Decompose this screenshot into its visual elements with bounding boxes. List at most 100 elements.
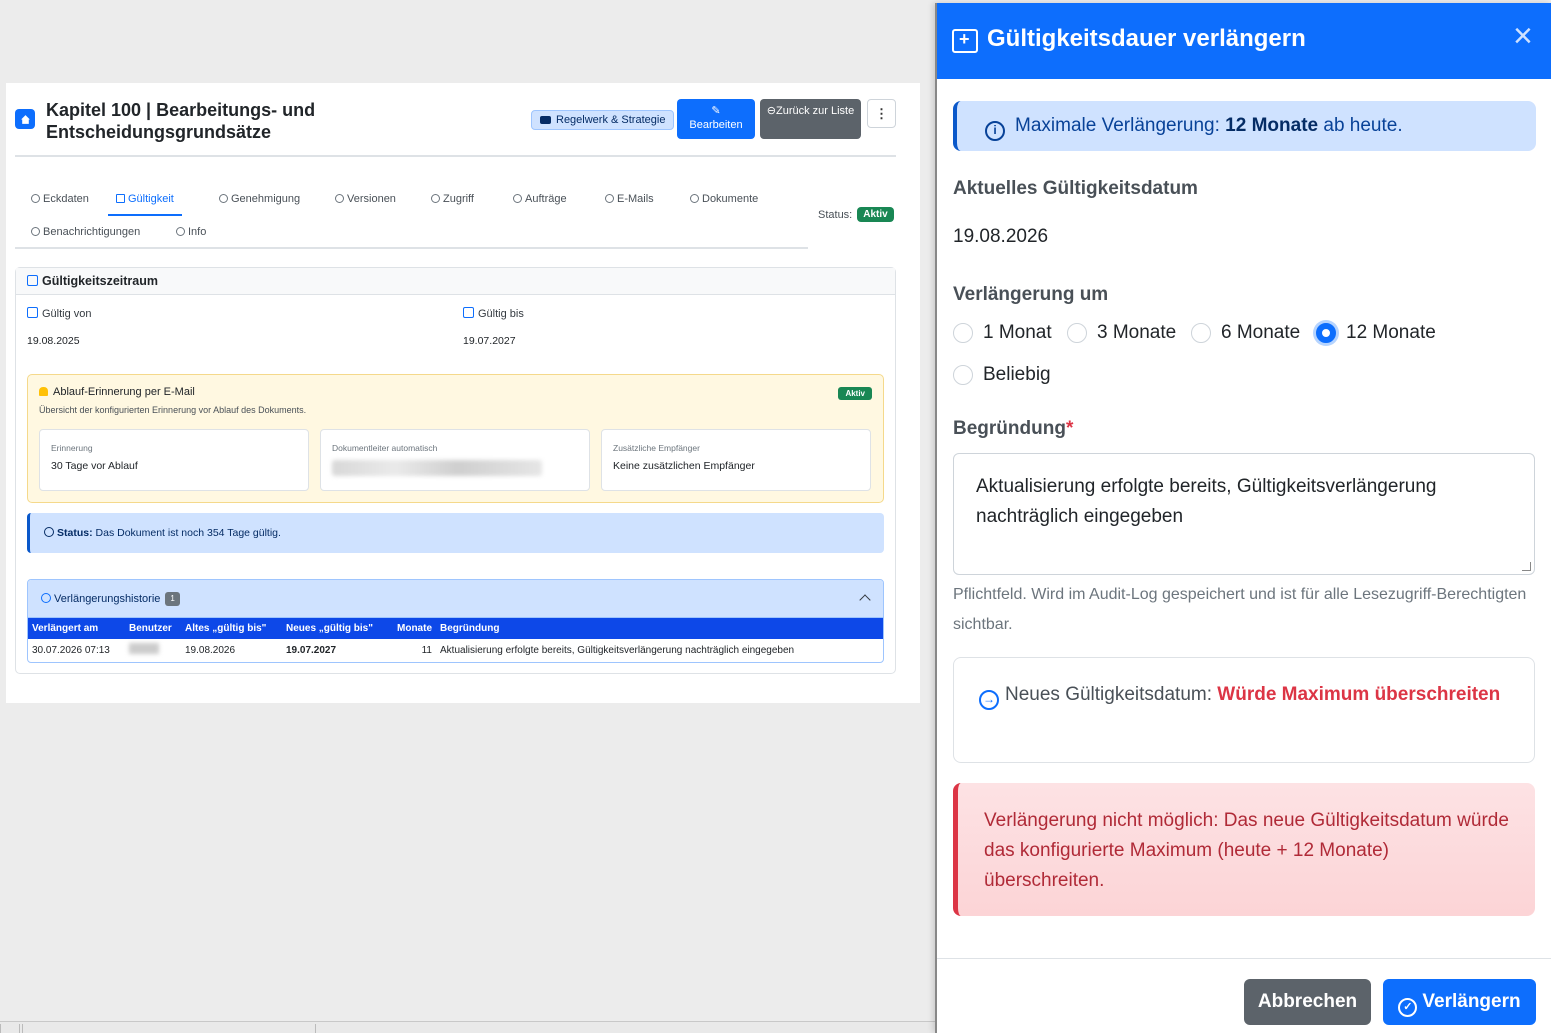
reason-label: Begründung*: [953, 418, 1073, 440]
valid-to-value: 19.07.2027: [463, 335, 516, 347]
validity-section-header: Gültigkeitszeitraum: [16, 268, 895, 295]
reminder-recipients-label: Zusätzliche Empfänger: [613, 443, 700, 453]
cell-new-date: 19.07.2027: [286, 644, 337, 656]
error-alert: Verlängerung nicht möglich: Das neue Gül…: [953, 783, 1535, 916]
radio-circle[interactable]: [1191, 323, 1211, 343]
page-header: Kapitel 100 | Bearbeitungs- und Entschei…: [15, 97, 896, 157]
reminder-owner-label: Dokumentleiter automatisch: [332, 443, 438, 453]
extension-history-panel: Verlängerungshistorie 1 Verlängert am Ben…: [27, 579, 884, 663]
column-header: Benutzer: [125, 618, 181, 639]
radio-label: 6 Monate: [1221, 322, 1301, 343]
calendar-icon: [27, 307, 38, 318]
bell-icon: [31, 227, 40, 236]
redacted-user: [129, 643, 159, 654]
tab-auftraege[interactable]: Aufträge: [505, 182, 575, 216]
current-date-label: Aktuelles Gültigkeitsdatum: [953, 178, 1198, 199]
home-icon[interactable]: [15, 109, 35, 129]
tab-bar: Eckdaten Gültigkeit Genehmigung Versione…: [15, 182, 808, 249]
cell-months: 11: [421, 644, 432, 656]
tab-label: Aufträge: [525, 193, 567, 205]
validity-section: Gültigkeitszeitraum Gültig von 19.08.202…: [15, 267, 896, 674]
tab-label: Gültigkeit: [128, 193, 174, 205]
radio-custom[interactable]: Beliebig: [953, 364, 1051, 386]
radio-circle[interactable]: [1067, 323, 1087, 343]
status-info-alert: Status: Das Dokument ist noch 354 Tage g…: [27, 513, 884, 553]
radio-12-months[interactable]: 12 Monate: [1316, 322, 1436, 344]
reminder-recipients-box: Zusätzliche Empfänger Keine zusätzlichen…: [601, 429, 871, 491]
extension-history-header[interactable]: Verlängerungshistorie 1: [28, 580, 883, 618]
redacted-owner-value: [332, 460, 542, 476]
tab-info[interactable]: Info: [168, 215, 214, 249]
extension-label: Verlängerung um: [953, 284, 1109, 305]
tab-label: Zugriff: [443, 193, 474, 205]
tab-label: Dokumente: [702, 193, 759, 205]
bell-icon: [39, 387, 48, 396]
tab-versionen[interactable]: Versionen: [327, 182, 404, 216]
document-detail-page: Kapitel 100 | Bearbeitungs- und Entschei…: [6, 83, 920, 703]
tab-genehmigung[interactable]: Genehmigung: [211, 182, 308, 216]
tab-label: Eckdaten: [43, 193, 89, 205]
back-button-label: Zurück zur Liste: [775, 105, 855, 117]
radio-circle[interactable]: [953, 365, 973, 385]
extend-button[interactable]: ✓ Verlängern: [1383, 979, 1536, 1025]
section-title: Gültigkeitszeitraum: [42, 274, 158, 288]
reason-help-text: Pflichtfeld. Wird im Audit-Log gespeiche…: [953, 586, 1527, 633]
check-circle-icon: ✓: [1398, 998, 1418, 1017]
reason-textarea[interactable]: Aktualisierung erfolgte bereits, Gültigk…: [953, 453, 1535, 575]
more-options-button[interactable]: ⋮: [867, 99, 896, 128]
expiry-reminder-card: Ablauf-Erinnerung per E-Mail Übersicht d…: [27, 374, 884, 503]
modal-footer: Abbrechen ✓ Verlängern: [937, 958, 1551, 1033]
radio-3-months[interactable]: 3 Monate: [1067, 322, 1176, 344]
radio-6-months[interactable]: 6 Monate: [1191, 322, 1300, 344]
category-badge: Regelwerk & Strategie: [531, 110, 675, 130]
page-title: Kapitel 100 | Bearbeitungs- und Entschei…: [46, 100, 316, 142]
table-row: 30.07.2026 07:13 19.08.2026 19.07.2027 1…: [28, 639, 883, 661]
reason-label-text: Begründung: [953, 418, 1066, 439]
column-header: Begründung: [436, 618, 883, 639]
current-date-value: 19.08.2026: [953, 226, 1049, 247]
modal-header: Gültigkeitsdauer verlängern ×: [937, 3, 1551, 79]
new-date-value: Würde Maximum überschreiten: [1217, 684, 1501, 705]
tab-gueltigkeit[interactable]: Gültigkeit: [108, 182, 182, 216]
reminder-active-badge: Aktiv: [838, 387, 872, 400]
info-prefix: Maximale Verlängerung:: [1015, 115, 1220, 136]
chevron-up-icon[interactable]: [859, 594, 871, 606]
radio-circle-selected[interactable]: [1316, 323, 1336, 343]
briefcase-icon: [540, 116, 551, 124]
envelope-icon: [605, 194, 614, 203]
reminder-title: Ablauf-Erinnerung per E-Mail: [39, 386, 195, 398]
status-label: Status:: [818, 208, 853, 221]
reminder-timing-label: Erinnerung: [51, 443, 93, 453]
edit-button[interactable]: ✎ Bearbeiten: [677, 99, 755, 139]
tab-benachrichtigungen[interactable]: Benachrichtigungen: [23, 215, 148, 249]
radio-circle[interactable]: [953, 323, 973, 343]
clipboard-icon: [513, 194, 522, 203]
radio-1-month[interactable]: 1 Monat: [953, 322, 1052, 344]
column-header: Monate: [384, 618, 436, 639]
cancel-button[interactable]: Abbrechen: [1244, 979, 1371, 1025]
edit-button-label: Bearbeiten: [689, 119, 743, 131]
extension-history-table: Verlängert am Benutzer Altes „gültig bis…: [28, 618, 883, 661]
check-circle-icon: [219, 194, 228, 203]
history-count-badge: 1: [165, 592, 180, 606]
cell-date: 30.07.2026 07:13: [32, 644, 110, 656]
tab-label: E-Mails: [617, 193, 654, 205]
status-info-text: Das Dokument ist noch 354 Tage gültig.: [95, 527, 281, 539]
back-to-list-button[interactable]: ⊖Zurück zur Liste: [760, 99, 861, 139]
calendar-icon: [463, 307, 474, 318]
status-segment: [0, 1024, 20, 1033]
tab-label: Info: [188, 226, 207, 238]
tab-emails[interactable]: E-Mails: [597, 182, 662, 216]
calendar-check-icon: [27, 275, 38, 286]
close-icon[interactable]: ×: [1513, 17, 1533, 56]
info-suffix: ab heute.: [1323, 115, 1403, 136]
radio-label: 1 Monat: [983, 322, 1052, 343]
column-header: Verlängert am: [28, 618, 125, 639]
tab-dokumente[interactable]: Dokumente: [682, 182, 766, 216]
table-header-row: Verlängert am Benutzer Altes „gültig bis…: [28, 618, 883, 639]
pencil-icon: ✎: [711, 105, 721, 117]
tab-zugriff[interactable]: Zugriff: [423, 182, 482, 216]
modal-title: Gültigkeitsdauer verlängern: [987, 25, 1306, 52]
tab-eckdaten[interactable]: Eckdaten: [23, 182, 97, 216]
reminder-recipients-value: Keine zusätzlichen Empfänger: [613, 460, 755, 472]
